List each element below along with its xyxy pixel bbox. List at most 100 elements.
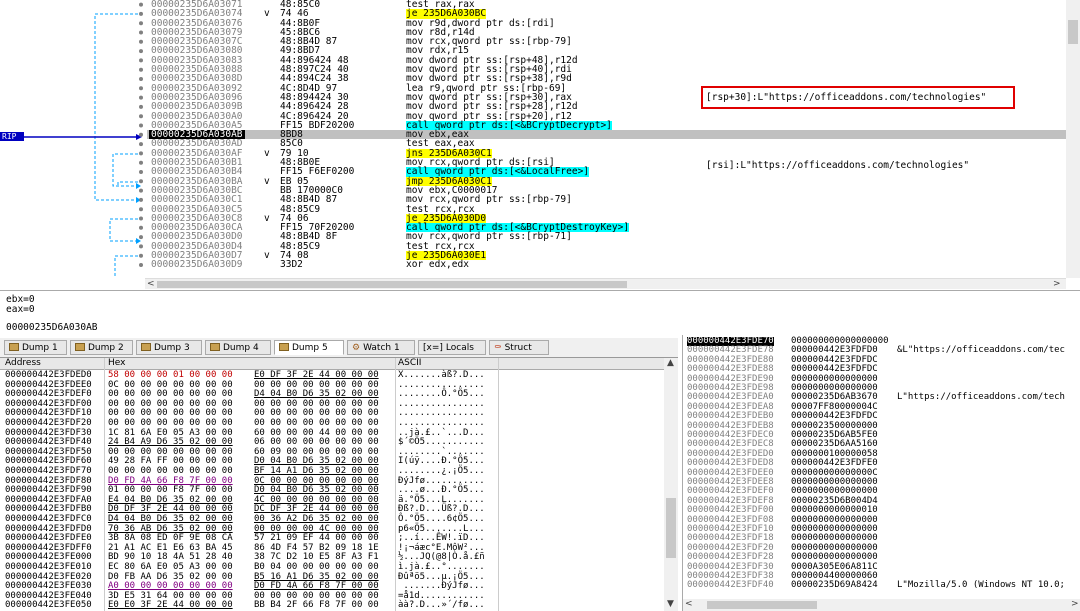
dump-hex-right: BF 14 A1 D6 35 02 00 00 [254,466,379,476]
breakpoint-dot[interactable] [139,225,143,230]
breakpoint-dot[interactable] [139,235,143,240]
instruction-text: xor edx,edx [406,259,469,271]
breakpoint-dot[interactable] [139,39,143,44]
dump-hex-right: BB B4 2F 66 F8 7F 00 00 [254,600,379,611]
breakpoint-dot[interactable] [139,132,143,137]
dump-hex-left: E0 E0 3F 2E 44 00 00 00 [108,600,233,611]
stack-row[interactable]: 000000442E3FDF40 00000235D69A8424 L"Mozill… [683,580,1080,591]
stack-pane[interactable]: 000000442E3FDE70 000000000000000000 000000… [682,335,1080,611]
col-address: Address [5,358,41,368]
dump-pane[interactable]: Address Hex ASCII 000000442E3FDED0 58 00 … [0,358,678,611]
dump-icon [75,343,85,351]
breakpoint-dot[interactable] [139,58,143,63]
stack-hscrollbar[interactable]: < > [683,599,1080,611]
breakpoint-dot[interactable] [139,77,143,81]
dump-hex-right: B0 04 00 00 00 00 00 00 [254,562,379,572]
scroll-right-icon[interactable]: > [1053,279,1061,289]
tab-struct[interactable]: ⚰ Struct [489,340,549,355]
tab-watch-1[interactable]: ⚙ Watch 1 [347,340,415,355]
breakpoint-dot[interactable] [139,114,143,119]
tab-dump-4[interactable]: Dump 4 [205,340,271,355]
info-line-address: 00000235D6A030AB [6,322,98,333]
comment-highlighted: [rsp+30]:L"https://officeaddons.com/tech… [706,92,987,103]
jump-arrow-icon: v [264,147,270,159]
jump-arrow-icon: v [264,8,270,20]
dump-address: 000000442E3FE010 [5,562,92,572]
breakpoint-dot[interactable] [139,49,143,54]
disasm-row[interactable]: 00000235D6A030D9 33D2 xor edx,edx [147,259,1067,271]
comment-rsi: [rsi]:L"https://officeaddons.com/technol… [706,160,970,171]
info-pane: ebx=0 eax=0 00000235D6A030AB [0,290,1080,336]
breakpoint-dot[interactable] [139,160,143,165]
instruction-bytes: 33D2 [280,259,303,271]
col-ascii: ASCII [398,358,422,368]
breakpoint-dot[interactable] [139,2,143,7]
disassembly-rows[interactable]: 00000235D6A03071 48:85C0 test rax,rax 00000… [147,0,1067,270]
tab-dump-5[interactable]: Dump 5 [274,340,344,355]
dump-tab-bar: Dump 1 Dump 2 Dump 3 Dump 4 Dump 5 ⚙ Watc… [0,338,678,358]
struct-icon: ⚰ [494,343,502,353]
scroll-left-icon[interactable]: < [685,599,693,609]
locals-icon: [x=] [423,343,443,353]
dump-hex-left: 58 00 00 00 01 00 00 00 [108,370,233,380]
breakpoint-dot[interactable] [139,188,143,193]
stack-comment: L"https://officeaddons.com/tech [897,392,1065,403]
disassembly-vscrollbar[interactable] [1066,0,1080,278]
breakpoint-dot[interactable] [139,179,143,184]
breakpoint-dot[interactable] [139,253,143,258]
breakpoint-dot[interactable] [139,216,143,221]
breakpoint-dot[interactable] [139,104,143,109]
dump-ascii: àà?.D...»´/fø... [398,600,485,611]
rip-indicator: RIP [0,132,24,141]
dump-ascii: Ô.°Ö5....6¢Ö5... [398,514,485,524]
col-hex: Hex [108,358,126,368]
dump-address: 000000442E3FDF70 [5,466,92,476]
stack-comment: &L"https://officeaddons.com/tec [897,345,1065,356]
dump-address: 000000442E3FDFC0 [5,514,92,524]
dump-icon [279,343,289,351]
disassembly-hscrollbar[interactable]: < > [145,278,1066,289]
breakpoint-dot[interactable] [139,142,143,147]
tab-locals[interactable]: [x=] Locals [418,340,486,355]
dump-hex-left: 00 00 00 00 00 00 00 00 [108,466,233,476]
dump-ascii: ........¿.¡Ö5... [398,466,485,476]
breakpoint-dot[interactable] [139,67,143,72]
dump-ascii: ................ [398,418,485,428]
dump-ascii: ì.jà.£..°....... [398,562,485,572]
tab-dump-3[interactable]: Dump 3 [136,340,202,355]
dump-address: 000000442E3FE050 [5,600,92,611]
breakpoint-dot[interactable] [139,170,143,174]
instruction-address: 00000235D6A030D9 [151,259,243,271]
tab-dump-2[interactable]: Dump 2 [70,340,133,355]
breakpoint-dot[interactable] [139,86,143,91]
breakpoint-dot[interactable] [139,30,143,35]
breakpoint-dot[interactable] [139,197,143,202]
breakpoint-dot[interactable] [139,244,143,249]
dump-icon [210,343,220,351]
breakpoint-dot[interactable] [139,207,143,212]
dump-vscrollbar[interactable]: ▲ ▼ [664,358,678,611]
stack-comment: L"Mozilla/5.0 (Windows NT 10.0; [897,580,1065,591]
breakpoint-dot[interactable] [139,263,143,267]
stack-value: 00000235D69A8424 [791,580,878,591]
scroll-down-icon[interactable]: ▼ [667,599,674,609]
watch-icon: ⚙ [352,343,361,353]
dump-ascii: X.......àß?.D... [398,370,485,380]
disassembly-pane[interactable]: RIP 00000235D6A03071 48:85C0 test rax,rax 0… [0,0,1080,289]
tab-dump-1[interactable]: Dump 1 [4,340,67,355]
scroll-up-icon[interactable]: ▲ [667,358,674,368]
breakpoint-dot[interactable] [139,21,143,26]
jump-arrow-icon: v [264,250,270,262]
breakpoint-dot[interactable] [139,95,143,100]
dump-address: 000000442E3FDF20 [5,418,92,428]
scroll-left-icon[interactable]: < [147,279,155,289]
dump-icon [9,343,19,351]
breakpoint-dot[interactable] [139,123,143,128]
dump-icon [141,343,151,351]
dump-hex-left: EC 80 6A E0 05 A3 00 00 [108,562,233,572]
scroll-right-icon[interactable]: > [1071,599,1079,609]
dump-hex-right: 00 36 A2 D6 35 02 00 00 [254,514,379,524]
breakpoint-dot[interactable] [139,151,143,156]
breakpoint-dot[interactable] [139,11,143,16]
dump-hex-left: D4 04 B0 D6 35 02 00 00 [108,514,233,524]
